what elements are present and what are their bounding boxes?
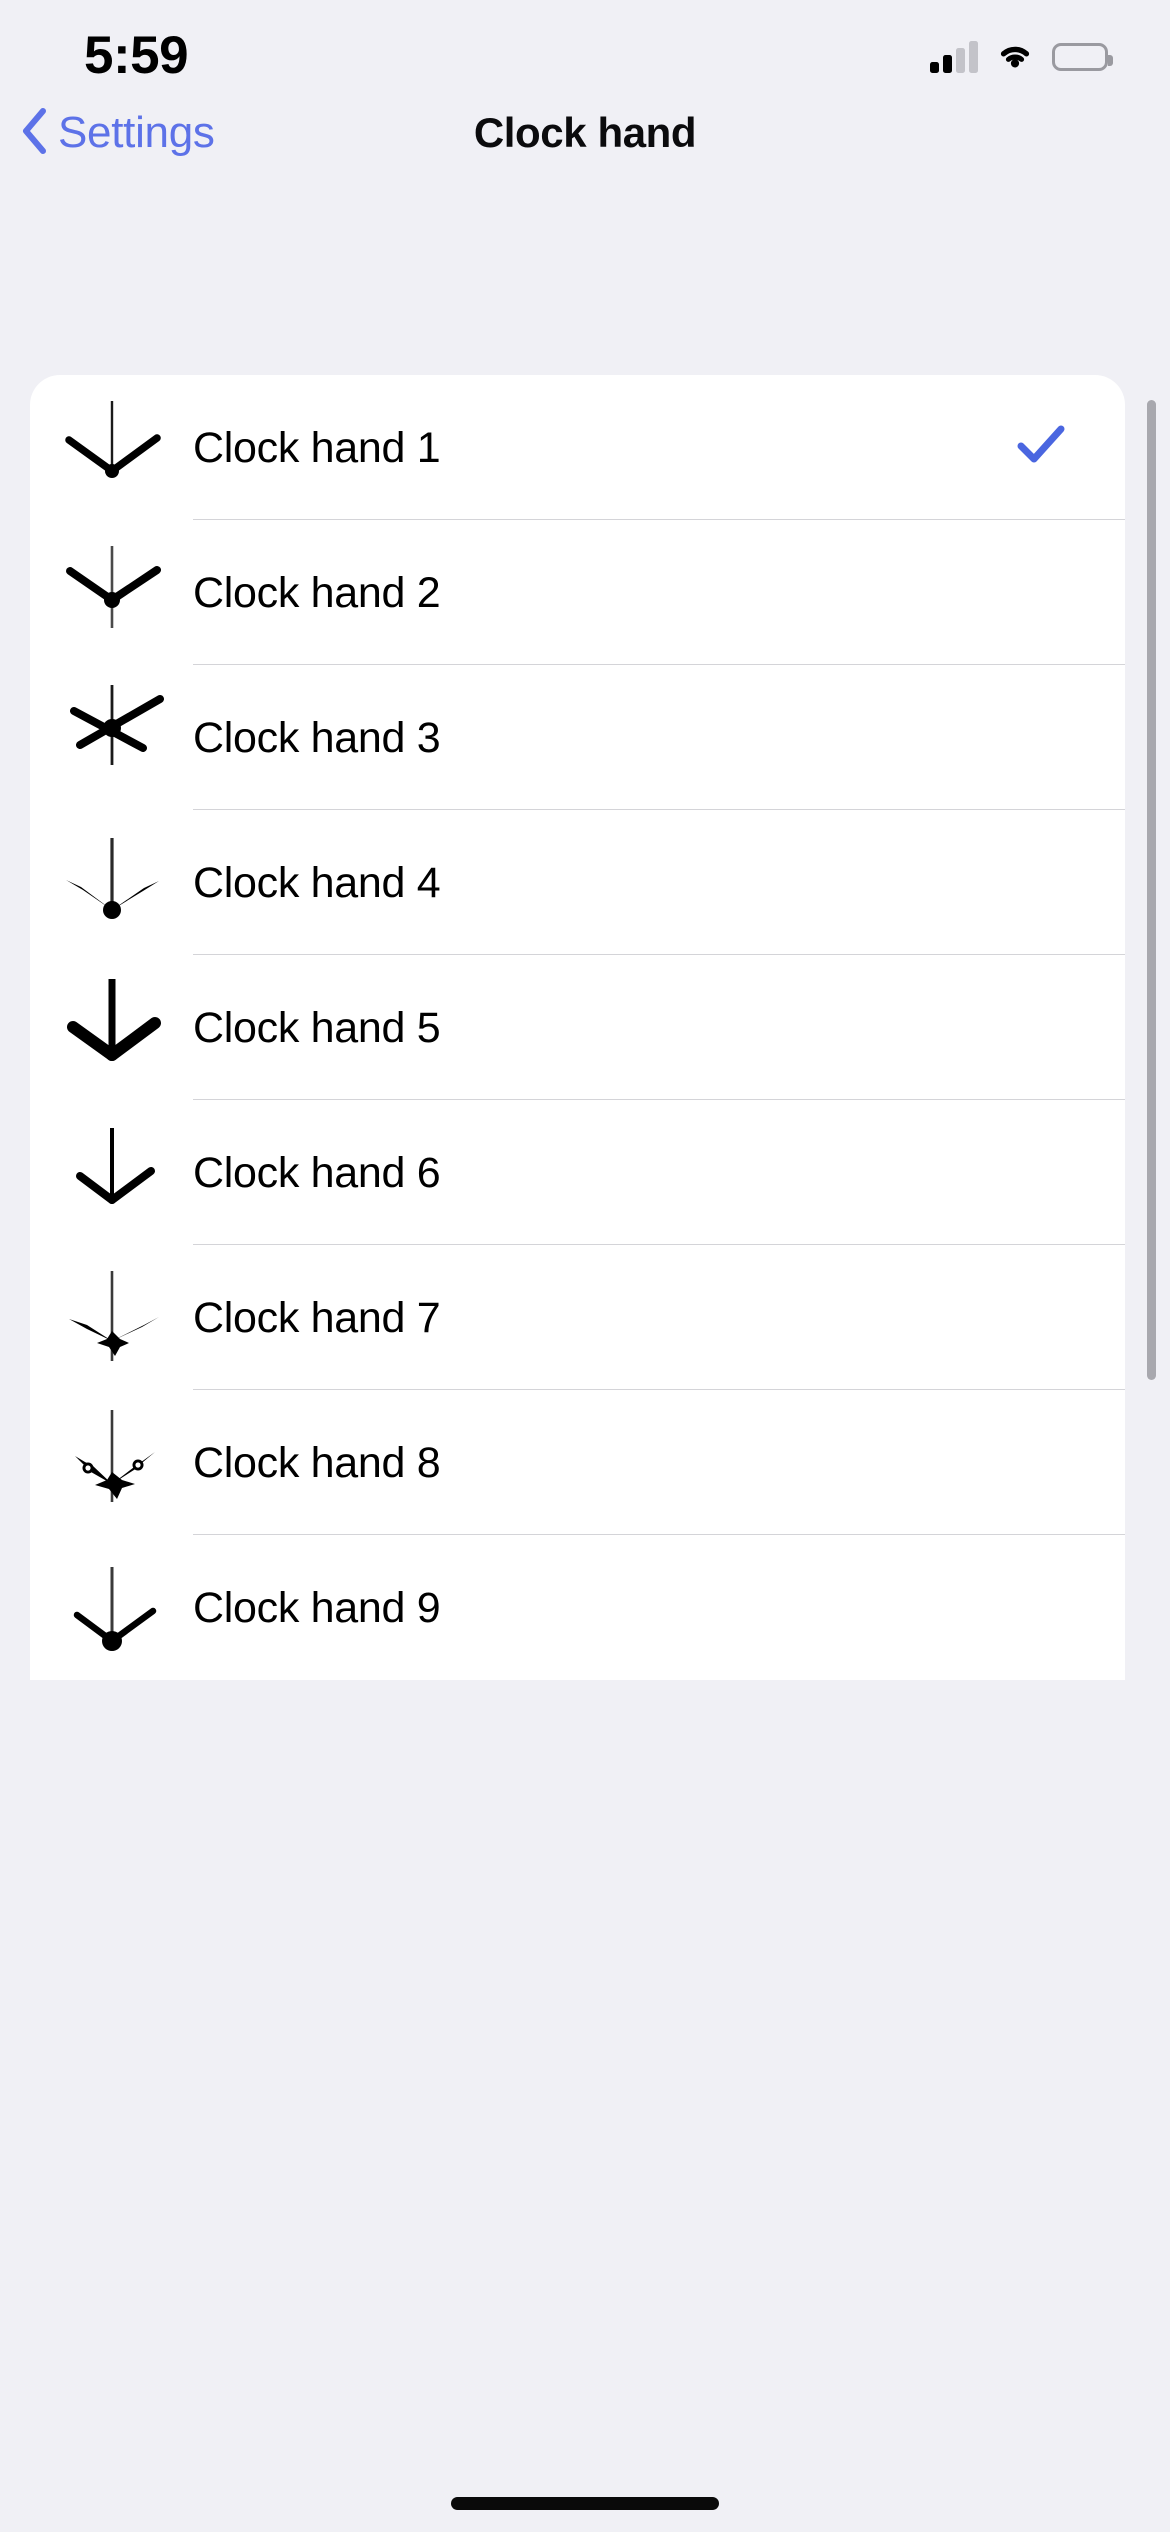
clock-hand-style-6-icon [30,1108,193,1238]
list-item-label: Clock hand 4 [193,858,441,907]
list-item-label: Clock hand 8 [193,1438,441,1487]
navigation-bar: Settings Clock hand [0,98,1170,178]
list-item-label: Clock hand 6 [193,1148,441,1197]
page-title: Clock hand [473,109,697,156]
list-item-body: Clock hand 7 [193,1245,1125,1390]
list-item-body: Clock hand 1 [193,375,1125,520]
list-item[interactable]: Clock hand 4 [30,810,1125,955]
list-item[interactable]: Clock hand 1 [30,375,1125,520]
list-item[interactable]: Clock hand 6 [30,1100,1125,1245]
status-bar-time: 5:59 [84,26,189,85]
list-item[interactable]: Clock hand 7 [30,1245,1125,1390]
clock-hand-style-9-icon [30,1543,193,1673]
wifi-icon [995,40,1035,75]
list-item-label: Clock hand 9 [193,1583,441,1632]
list-item-body: Clock hand 9 [193,1535,1125,1680]
scroll-view[interactable]: Clock hand 1 Clock hand 2 Clock hand 3 C… [0,178,1170,2532]
clock-hand-style-1-icon [30,383,193,513]
checkmark-icon [1015,419,1067,476]
list-item-body: Clock hand 4 [193,810,1125,955]
clock-hand-style-8-icon [30,1398,193,1528]
list-item[interactable]: Clock hand 9 [30,1535,1125,1680]
clock-hand-style-2-icon [30,528,193,658]
list-item[interactable]: Clock hand 8 [30,1390,1125,1535]
list-item[interactable]: Clock hand 5 [30,955,1125,1100]
list-item-label: Clock hand 1 [193,423,441,472]
clock-hand-style-7-icon [30,1253,193,1383]
home-indicator [451,2497,719,2510]
list-item-body: Clock hand 5 [193,955,1125,1100]
list-item-label: Clock hand 7 [193,1293,441,1342]
list-item[interactable]: Clock hand 2 [30,520,1125,665]
list-item-label: Clock hand 5 [193,1003,441,1052]
status-bar-indicators [930,36,1113,78]
list-item-body: Clock hand 2 [193,520,1125,665]
clock-hand-style-3-icon [30,673,193,803]
battery-low-icon [1052,43,1113,71]
list-item-body: Clock hand 3 [193,665,1125,810]
list-item-body: Clock hand 6 [193,1100,1125,1245]
status-bar: 5:59 [0,0,1170,112]
clock-hand-style-5-icon [30,963,193,1093]
cellular-signal-icon [930,41,978,73]
clock-hand-style-4-icon [30,818,193,948]
list-item[interactable]: Clock hand 3 [30,665,1125,810]
list-item-label: Clock hand 2 [193,568,441,617]
list-item-body: Clock hand 8 [193,1390,1125,1535]
list-item-label: Clock hand 3 [193,713,441,762]
clock-hand-options-list: Clock hand 1 Clock hand 2 Clock hand 3 C… [30,375,1125,1680]
vertical-scrollbar[interactable] [1147,400,1156,1380]
